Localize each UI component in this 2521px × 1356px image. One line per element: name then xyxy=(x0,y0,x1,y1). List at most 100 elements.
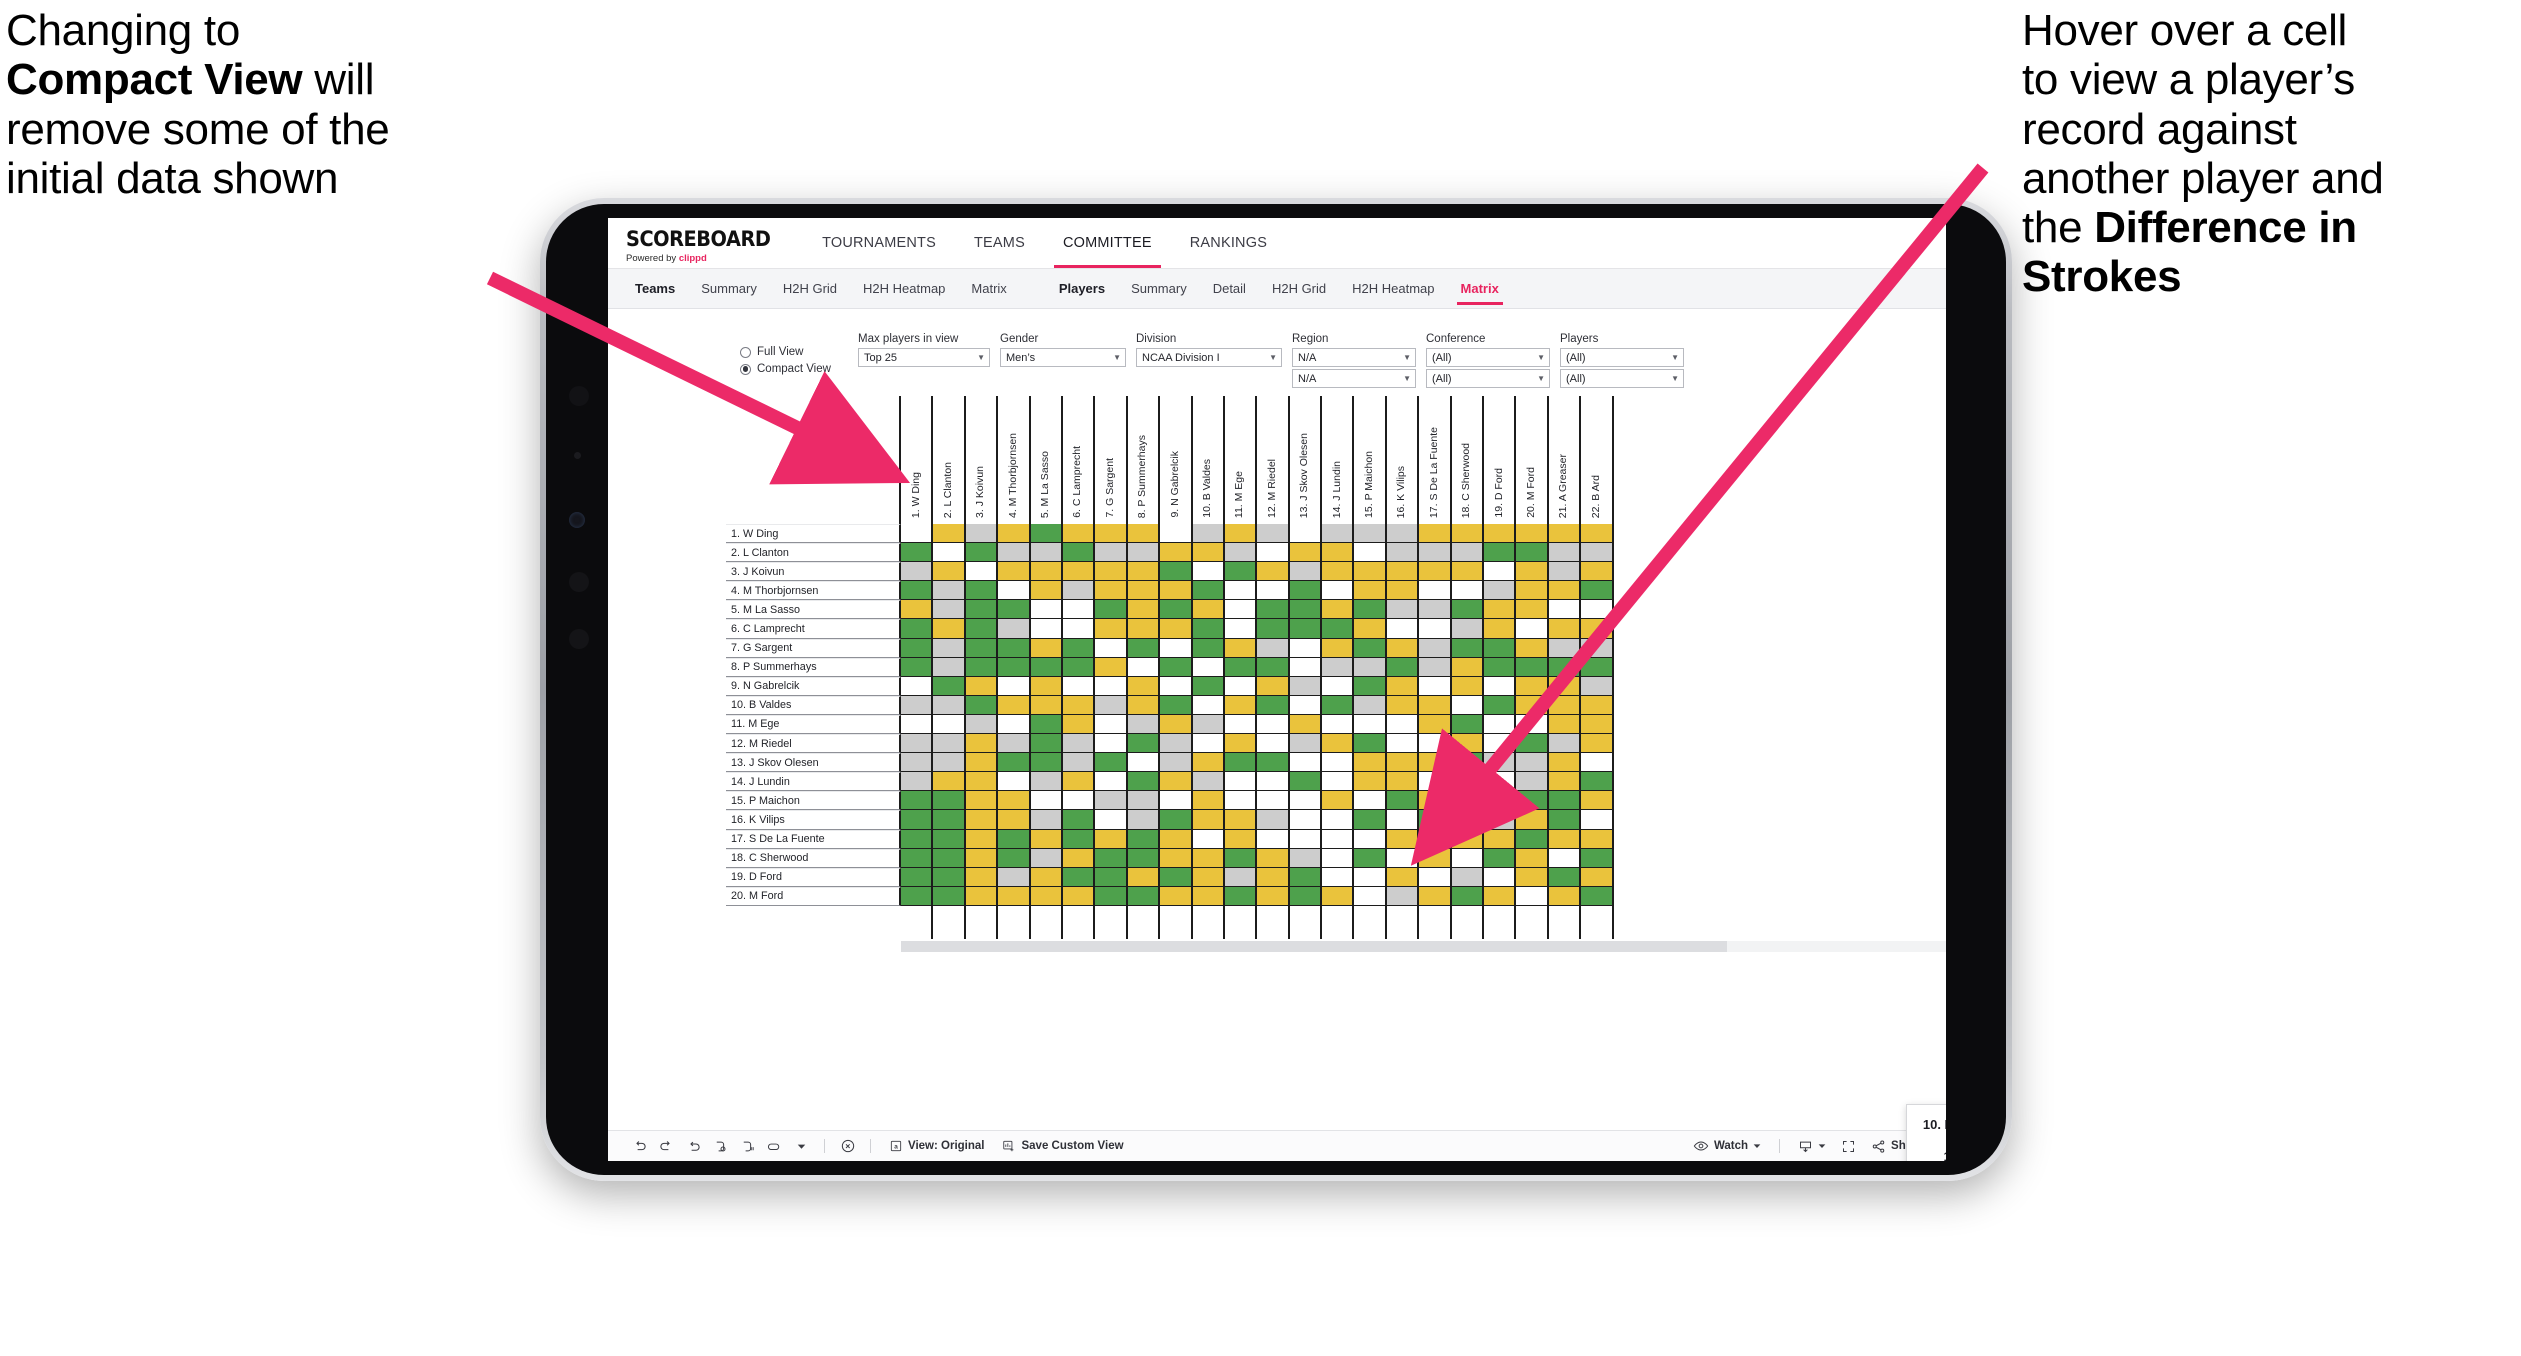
filter-players-select[interactable]: (All) ▼ xyxy=(1560,348,1684,367)
matrix-cell[interactable] xyxy=(1354,772,1387,792)
matrix-cell[interactable] xyxy=(1484,886,1517,906)
matrix-cell[interactable] xyxy=(1354,753,1387,773)
matrix-cell[interactable] xyxy=(1516,772,1549,792)
matrix-cell[interactable] xyxy=(1127,791,1161,811)
matrix-cell[interactable] xyxy=(1224,581,1258,601)
matrix-cell[interactable] xyxy=(901,772,934,792)
sub-nav-players[interactable]: Players xyxy=(1046,269,1118,309)
matrix-cell[interactable] xyxy=(1419,753,1452,773)
matrix-cell[interactable] xyxy=(933,638,966,658)
matrix-cell[interactable] xyxy=(933,753,966,773)
matrix-cell[interactable] xyxy=(1548,848,1582,868)
matrix-cell[interactable] xyxy=(1192,753,1225,773)
matrix-cell[interactable] xyxy=(901,581,934,601)
matrix-cell[interactable] xyxy=(1224,829,1258,849)
matrix-cell[interactable] xyxy=(1419,886,1452,906)
matrix-cell[interactable] xyxy=(1192,829,1225,849)
matrix-cell[interactable] xyxy=(1127,562,1161,582)
matrix-cell[interactable] xyxy=(1451,562,1485,582)
matrix-cell[interactable] xyxy=(1548,734,1582,754)
matrix-cell[interactable] xyxy=(1127,714,1161,735)
matrix-cell[interactable] xyxy=(1581,581,1614,601)
matrix-cell[interactable] xyxy=(1030,810,1063,830)
revert-icon[interactable] xyxy=(680,1131,707,1162)
matrix-cell[interactable] xyxy=(1581,524,1614,544)
matrix-cell[interactable] xyxy=(1289,619,1323,639)
matrix-cell[interactable] xyxy=(998,581,1031,601)
matrix-cell[interactable] xyxy=(1257,695,1290,715)
matrix-cell[interactable] xyxy=(1516,676,1549,696)
matrix-cell[interactable] xyxy=(1386,810,1420,830)
matrix-cell[interactable] xyxy=(965,886,999,906)
matrix-cell[interactable] xyxy=(1030,619,1063,639)
matrix-cell[interactable] xyxy=(1354,810,1387,830)
matrix-cell[interactable] xyxy=(933,543,966,563)
matrix-cell[interactable] xyxy=(1030,638,1063,658)
matrix-cell[interactable] xyxy=(1192,810,1225,830)
matrix-cell[interactable] xyxy=(901,600,934,620)
matrix-cell[interactable] xyxy=(901,562,934,582)
matrix-cell[interactable] xyxy=(1095,657,1128,677)
matrix-cell[interactable] xyxy=(1192,638,1225,658)
matrix-cell[interactable] xyxy=(933,524,966,544)
matrix-cell[interactable] xyxy=(1548,886,1582,906)
matrix-cell[interactable] xyxy=(1386,734,1420,754)
matrix-cell[interactable] xyxy=(1160,848,1193,868)
matrix-cell[interactable] xyxy=(901,524,934,544)
matrix-cell[interactable] xyxy=(1451,848,1485,868)
matrix-cell[interactable] xyxy=(1516,524,1549,544)
matrix-cell[interactable] xyxy=(1386,772,1420,792)
matrix-cell[interactable] xyxy=(1386,638,1420,658)
matrix-cell[interactable] xyxy=(1386,848,1420,868)
brand-logo[interactable]: SCOREBOARD Powered by clippd xyxy=(608,218,803,268)
matrix-cell[interactable] xyxy=(998,829,1031,849)
matrix-cell[interactable] xyxy=(1062,600,1096,620)
matrix-cell[interactable] xyxy=(998,867,1031,887)
matrix-cell[interactable] xyxy=(998,848,1031,868)
matrix-cell[interactable] xyxy=(1192,714,1225,735)
matrix-cell[interactable] xyxy=(1548,524,1582,544)
matrix-cell[interactable] xyxy=(1127,734,1161,754)
matrix-cell[interactable] xyxy=(1548,543,1582,563)
matrix-cell[interactable] xyxy=(1289,524,1323,544)
matrix-cell[interactable] xyxy=(1160,810,1193,830)
matrix-cell[interactable] xyxy=(1386,600,1420,620)
matrix-cell[interactable] xyxy=(1516,657,1549,677)
matrix-cell[interactable] xyxy=(1419,676,1452,696)
matrix-cell[interactable] xyxy=(1484,695,1517,715)
matrix-cell[interactable] xyxy=(1581,676,1614,696)
undo-icon[interactable] xyxy=(626,1131,653,1162)
matrix-cell[interactable] xyxy=(901,829,934,849)
matrix-cell[interactable] xyxy=(933,600,966,620)
matrix-cell[interactable] xyxy=(1451,695,1485,715)
matrix-cell[interactable] xyxy=(1257,772,1290,792)
matrix-cell[interactable] xyxy=(1030,753,1063,773)
matrix-cell[interactable] xyxy=(1581,867,1614,887)
matrix-cell[interactable] xyxy=(1127,810,1161,830)
matrix-cell[interactable] xyxy=(1322,886,1355,906)
matrix-cell[interactable] xyxy=(901,791,934,811)
matrix-cell[interactable] xyxy=(1095,600,1128,620)
matrix-cell[interactable] xyxy=(1224,676,1258,696)
matrix-cell[interactable] xyxy=(1548,810,1582,830)
matrix-cell[interactable] xyxy=(1127,848,1161,868)
matrix-cell[interactable] xyxy=(1062,562,1096,582)
matrix-cell[interactable] xyxy=(1224,867,1258,887)
matrix-cell[interactable] xyxy=(1354,886,1387,906)
matrix-cell[interactable] xyxy=(998,714,1031,735)
matrix-cell[interactable] xyxy=(933,676,966,696)
help-icon[interactable] xyxy=(834,1131,861,1162)
matrix-cell[interactable] xyxy=(1581,657,1614,677)
matrix-cell[interactable] xyxy=(1127,581,1161,601)
filter-conference-select[interactable]: (All) ▼ xyxy=(1426,348,1550,367)
matrix-cell[interactable] xyxy=(1548,638,1582,658)
matrix-cell[interactable] xyxy=(1062,772,1096,792)
matrix-cell[interactable] xyxy=(1095,581,1128,601)
sub-nav-teams-summary[interactable]: Summary xyxy=(688,269,770,309)
sub-nav-teams-matrix[interactable]: Matrix xyxy=(958,269,1019,309)
matrix-cell[interactable] xyxy=(1484,753,1517,773)
matrix-cell[interactable] xyxy=(1484,734,1517,754)
matrix-cell[interactable] xyxy=(1095,714,1128,735)
matrix-cell[interactable] xyxy=(1548,676,1582,696)
matrix-cell[interactable] xyxy=(1322,714,1355,735)
